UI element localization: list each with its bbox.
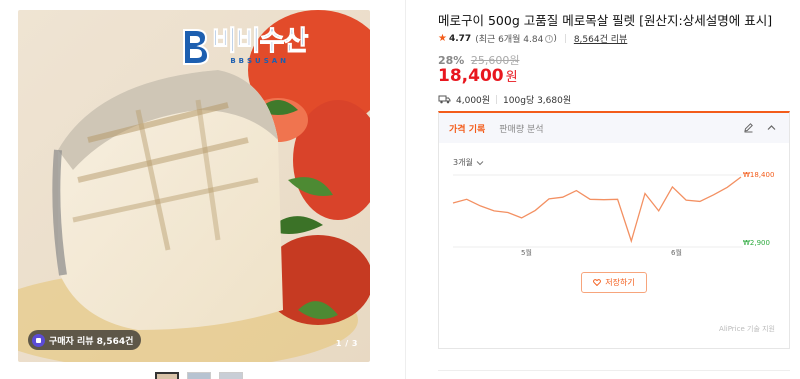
tab-sales-analysis[interactable]: 판매량 분석	[499, 122, 543, 135]
bottom-divider	[438, 370, 790, 371]
aliprice-credit: AliPrice 기술 지원	[719, 325, 775, 333]
review-badge-icon	[32, 333, 45, 347]
thumbnail-2[interactable]	[187, 372, 211, 379]
price-line	[452, 176, 742, 244]
separator	[564, 34, 566, 43]
logo-subtext: BBSUSAN	[230, 57, 290, 65]
recent-rating: (최근 6개월 4.84	[475, 35, 544, 45]
thumbnail-3[interactable]	[219, 372, 243, 379]
product-image[interactable]: 비비수산 BBSUSAN 구매자 리뷰 8,564건 1 / 3	[18, 10, 370, 362]
sale-price: 18,400	[438, 66, 504, 86]
brand-logo: 비비수산 BBSUSAN	[178, 26, 309, 66]
edit-icon[interactable]	[743, 122, 754, 133]
max-price-label: ₩18,400	[743, 171, 774, 179]
recent-rating-close: )	[553, 33, 557, 44]
x-tick-may: 5월	[521, 248, 532, 257]
star-icon: ★	[438, 33, 447, 44]
divider	[405, 0, 406, 379]
shipping-fee: 4,000원	[456, 96, 491, 106]
logo-b-icon	[183, 29, 210, 65]
rating-row: ★ 4.77 (최근 6개월 4.84 i ) 8,564건 리뷰	[438, 32, 627, 45]
thumbnail-1[interactable]	[155, 372, 179, 379]
save-button-label: 저장하기	[605, 278, 635, 287]
panel-header: 가격 기록 판매량 분석	[439, 113, 789, 143]
review-count-link[interactable]: 8,564건 리뷰	[574, 32, 627, 45]
chevron-down-icon	[476, 160, 484, 165]
thumbnail-strip	[155, 372, 243, 379]
price-chart: ₩18,400 ₩2,900 5월 6월	[452, 171, 774, 257]
product-title: 메로구이 500g 고품질 메로목살 필렛 [원산지:상세설명에 표시]	[438, 13, 773, 28]
min-price-label: ₩2,900	[743, 239, 770, 247]
price-history-panel: 가격 기록 판매량 분석 3개월 ₩18,400 ₩2,900 5월 6월 저장…	[438, 111, 790, 349]
info-icon[interactable]: i	[545, 34, 554, 43]
price-row: 18,400 원	[438, 66, 518, 86]
buyer-review-chip[interactable]: 구매자 리뷰 8,564건	[28, 330, 142, 350]
rating-value: 4.77	[448, 33, 472, 44]
separator	[496, 95, 498, 104]
review-chip-label: 구매자 리뷰 8,564건	[49, 336, 134, 347]
x-tick-june: 6월	[671, 248, 682, 257]
price-unit: 원	[505, 70, 518, 85]
truck-icon	[438, 95, 451, 104]
tab-price-history[interactable]: 가격 기록	[449, 122, 485, 135]
heart-icon	[593, 279, 602, 286]
period-dropdown[interactable]: 3개월	[453, 157, 484, 168]
save-button[interactable]: 저장하기	[581, 272, 647, 293]
logo-text: 비비수산	[211, 26, 308, 57]
collapse-chevron-icon[interactable]	[766, 122, 777, 133]
unit-price: 100g당 3,680원	[503, 96, 572, 106]
image-counter: 1 / 3	[335, 339, 358, 348]
shipping-row: 4,000원 100g당 3,680원	[438, 93, 571, 106]
panel-tools	[743, 122, 777, 133]
period-label: 3개월	[453, 158, 473, 167]
